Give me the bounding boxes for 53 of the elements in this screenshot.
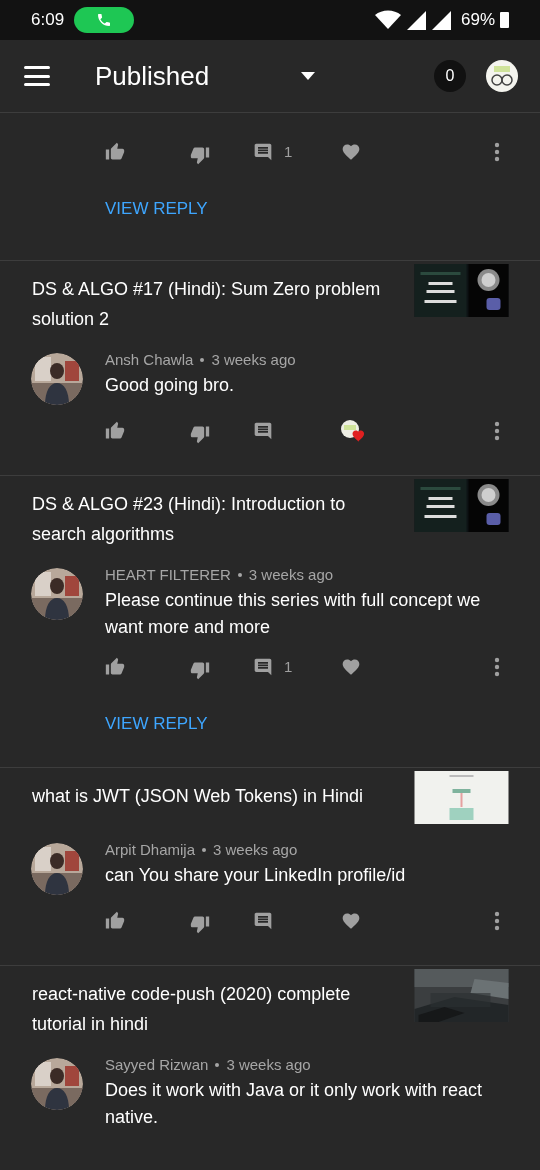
thumbs-down-icon[interactable] bbox=[190, 660, 210, 680]
notification-count[interactable]: 0 bbox=[434, 60, 466, 92]
status-dropdown[interactable]: Published bbox=[95, 56, 315, 96]
clock: 6:09 bbox=[31, 9, 65, 32]
view-reply-link[interactable]: VIEW REPLY bbox=[105, 713, 208, 735]
video-title[interactable]: what is JWT (JSON Web Tokens) in Hindi bbox=[32, 771, 394, 824]
thumbs-up-icon[interactable] bbox=[105, 421, 125, 441]
reply-count: 1 bbox=[284, 656, 293, 677]
heart-icon[interactable] bbox=[341, 657, 361, 677]
view-reply-link[interactable]: VIEW REPLY bbox=[105, 198, 208, 220]
comment-text: Does it work with Java or it only work with react native. bbox=[105, 1079, 483, 1129]
more-options-icon[interactable] bbox=[494, 142, 500, 162]
signal-icon bbox=[431, 10, 451, 30]
comment-author[interactable]: Sayyed Rizwan bbox=[105, 1053, 209, 1077]
comment-time: 3 weeks ago bbox=[226, 1055, 311, 1075]
comment-icon[interactable] bbox=[253, 421, 273, 441]
comment-text: Good going bro. bbox=[105, 374, 236, 397]
call-pill[interactable] bbox=[74, 7, 135, 33]
more-options-icon[interactable] bbox=[494, 911, 500, 931]
comment-icon[interactable] bbox=[253, 142, 273, 162]
thumbs-down-icon[interactable] bbox=[190, 424, 210, 444]
phone-icon bbox=[96, 12, 113, 28]
more-options-icon[interactable] bbox=[494, 657, 500, 677]
video-title[interactable]: DS & ALGO #23 (Hindi): Introduction to search algorithms bbox=[32, 479, 394, 549]
thumbs-up-icon[interactable] bbox=[105, 142, 125, 162]
reply-count: 1 bbox=[284, 141, 293, 162]
heart-icon[interactable] bbox=[341, 142, 361, 162]
battery-icon bbox=[500, 12, 509, 28]
comment-author[interactable]: Arpit Dhamija bbox=[105, 838, 196, 862]
heart-icon[interactable] bbox=[341, 911, 361, 931]
comment-author[interactable]: HEART FILTERER bbox=[105, 563, 231, 587]
dropdown-caret-icon bbox=[301, 72, 315, 80]
more-options-icon[interactable] bbox=[494, 421, 500, 441]
creator-heart-badge[interactable] bbox=[341, 419, 367, 443]
thumbs-up-icon[interactable] bbox=[105, 657, 125, 677]
comment-icon[interactable] bbox=[253, 657, 273, 677]
wifi-icon bbox=[374, 10, 401, 30]
thumbs-down-icon[interactable] bbox=[190, 914, 210, 934]
menu-button[interactable] bbox=[24, 66, 50, 86]
signal-icon bbox=[406, 10, 426, 30]
comment-time: 3 weeks ago bbox=[213, 840, 298, 860]
thumbs-down-icon[interactable] bbox=[190, 145, 210, 165]
comment-text: Please continue this series with full concept we want more and more bbox=[105, 589, 482, 639]
comment-text: can You share your LinkedIn profile/id bbox=[105, 864, 407, 887]
video-title[interactable]: DS & ALGO #17 (Hindi): Sum Zero problem solution 2 bbox=[32, 264, 394, 334]
comment-icon[interactable] bbox=[253, 911, 273, 931]
comment-time: 3 weeks ago bbox=[248, 565, 334, 585]
thumbs-up-icon[interactable] bbox=[105, 911, 125, 931]
video-title[interactable]: react-native code-push (2020) complete tutorial in hindi bbox=[32, 969, 394, 1039]
battery-level: 69% bbox=[460, 9, 495, 32]
comment-author[interactable]: Ansh Chawla bbox=[105, 348, 194, 372]
account-avatar[interactable] bbox=[486, 60, 518, 92]
comment-time: 3 weeks ago bbox=[211, 350, 296, 370]
